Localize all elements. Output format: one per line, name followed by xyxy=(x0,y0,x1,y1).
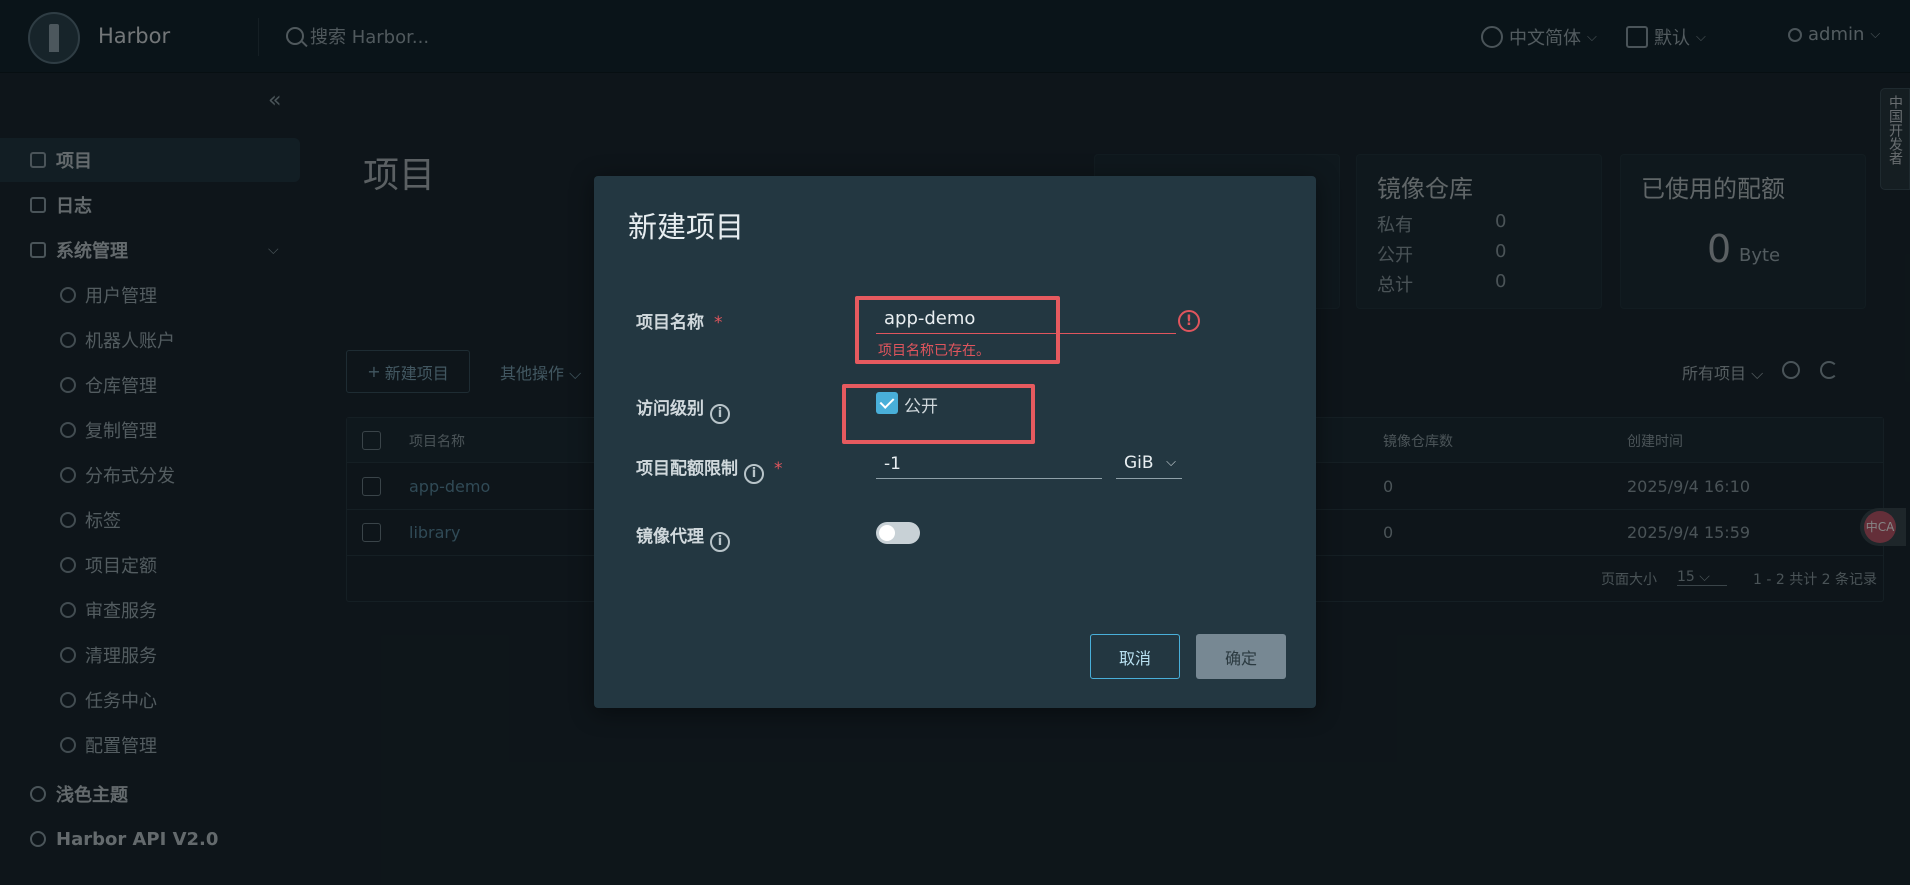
quota-limit-input[interactable] xyxy=(876,449,1102,479)
chevron-down-icon: ⌵ xyxy=(1166,455,1176,470)
label-text: 访问级别 xyxy=(636,399,704,419)
cancel-button[interactable]: 取消 xyxy=(1090,634,1180,679)
access-level-label: 访问级别 i xyxy=(636,394,730,424)
quota-unit-select[interactable]: GiB ⌵ xyxy=(1116,449,1182,479)
label-text: 项目名称 xyxy=(636,313,704,333)
unit-value: GiB xyxy=(1124,453,1154,473)
proxy-cache-toggle[interactable] xyxy=(876,522,920,544)
dialog-title: 新建项目 xyxy=(628,210,745,244)
label-text: 镜像代理 xyxy=(636,527,704,547)
required-asterisk: * xyxy=(714,313,723,333)
info-icon[interactable]: i xyxy=(744,464,764,484)
label-text: 项目配额限制 xyxy=(636,459,738,479)
highlight-box-name xyxy=(855,296,1060,364)
highlight-box-access xyxy=(842,384,1035,444)
project-quota-label: 项目配额限制 i * xyxy=(636,454,783,484)
info-icon[interactable]: i xyxy=(710,532,730,552)
error-icon: ! xyxy=(1178,310,1200,332)
confirm-button[interactable]: 确定 xyxy=(1196,634,1286,679)
project-name-label: 项目名称 * xyxy=(636,308,723,333)
info-icon[interactable]: i xyxy=(710,404,730,424)
required-asterisk: * xyxy=(774,459,783,479)
proxy-cache-label: 镜像代理 i xyxy=(636,522,730,552)
